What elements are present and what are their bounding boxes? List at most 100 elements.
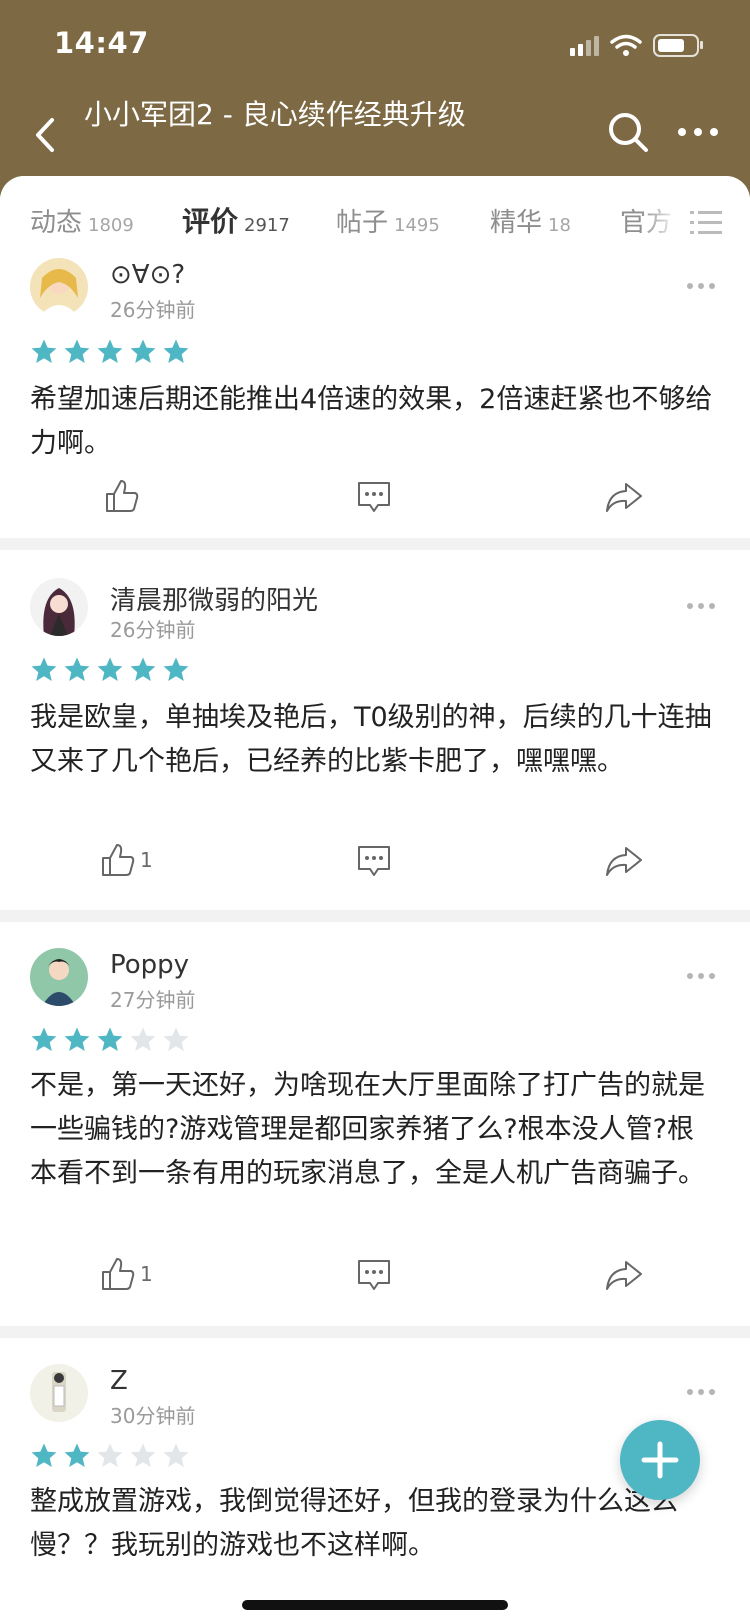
review-item: ⊙∀⊙? 26分钟前 希望加速后期还能推出4倍速的效果，2倍速赶紧也不够给力啊。: [0, 258, 750, 528]
add-review-button[interactable]: [620, 1420, 700, 1500]
home-indicator[interactable]: [242, 1600, 508, 1610]
star-filled-icon: [63, 1442, 91, 1470]
post-time: 27分钟前: [110, 988, 196, 1012]
star-empty-icon: [129, 1442, 157, 1470]
like-count: 1: [140, 1262, 153, 1286]
post-time: 26分钟前: [110, 618, 196, 642]
star-rating: [30, 1026, 195, 1054]
avatar[interactable]: [30, 1364, 88, 1422]
avatar-image: [30, 578, 88, 636]
list-menu-icon: [690, 211, 722, 234]
star-filled-icon: [63, 1026, 91, 1054]
divider: [0, 910, 750, 922]
more-dots-icon: [687, 973, 715, 979]
username[interactable]: Poppy: [110, 950, 189, 980]
tab-posts[interactable]: 帖子 1495: [336, 202, 440, 242]
username[interactable]: ⊙∀⊙?: [110, 260, 185, 290]
star-filled-icon: [30, 338, 58, 366]
star-filled-icon: [129, 338, 157, 366]
more-menu-button[interactable]: [676, 120, 720, 144]
star-rating: [30, 656, 195, 684]
username[interactable]: 清晨那微弱的阳光: [110, 580, 318, 617]
like-button[interactable]: 1: [100, 1256, 153, 1296]
share-arrow-icon: [606, 483, 642, 512]
review-text: 我是欧皇，单抽埃及艳后，T0级别的神，后续的几十连抽又来了几个艳后，已经养的比紫…: [30, 702, 712, 777]
more-dots-icon: [678, 128, 718, 136]
share-button[interactable]: [604, 844, 644, 884]
star-filled-icon: [96, 338, 124, 366]
more-dots-icon: [687, 283, 715, 289]
search-button[interactable]: [606, 110, 650, 154]
like-button[interactable]: 1: [100, 842, 153, 882]
comment-icon: [358, 482, 390, 512]
avatar[interactable]: [30, 948, 88, 1006]
comment-icon: [358, 846, 390, 876]
post-time: 30分钟前: [110, 1404, 196, 1428]
avatar[interactable]: [30, 258, 88, 316]
star-filled-icon: [30, 1442, 58, 1470]
review-text: 整成放置游戏，我倒觉得还好，但我的登录为什么这么慢？？我玩别的游戏也不这样啊。: [30, 1486, 678, 1561]
review-more-button[interactable]: [686, 1382, 716, 1395]
tab-list-menu[interactable]: [690, 208, 722, 238]
thumbs-up-icon: [106, 480, 139, 512]
nav-bar: 小小军团2 - 良心续作经典升级: [0, 90, 750, 180]
tab-label: 帖子: [336, 208, 389, 238]
status-icons: [570, 30, 720, 60]
tab-dynamics[interactable]: 动态 1809: [30, 202, 134, 242]
star-filled-icon: [162, 656, 190, 684]
back-button[interactable]: [28, 112, 64, 158]
review-text: 希望加速后期还能推出4倍速的效果，2倍速赶紧也不够给力啊。: [30, 384, 713, 459]
star-empty-icon: [129, 1026, 157, 1054]
review-more-button[interactable]: [686, 596, 716, 609]
like-button[interactable]: [104, 478, 144, 518]
star-filled-icon: [63, 656, 91, 684]
share-button[interactable]: [604, 480, 644, 520]
page-title: 小小军团2 - 良心续作经典升级: [84, 98, 466, 131]
status-time: 14:47: [54, 26, 149, 60]
star-rating: [30, 338, 195, 366]
comment-button[interactable]: [356, 844, 392, 884]
avatar-image: [30, 258, 88, 316]
thumbs-up-icon: [102, 844, 135, 876]
tab-label: 评价: [182, 205, 239, 238]
star-rating: [30, 1442, 195, 1470]
tab-label: 精华: [490, 208, 543, 238]
like-count: 1: [140, 848, 153, 872]
tab-count: 2917: [244, 215, 290, 236]
review-item: 清晨那微弱的阳光 26分钟前 我是欧皇，单抽埃及艳后，T0级别的神，后续的几十连…: [0, 550, 750, 904]
search-icon: [609, 113, 648, 152]
avatar[interactable]: [30, 578, 88, 636]
tab-featured[interactable]: 精华 18: [490, 202, 571, 242]
tab-label: 动态: [30, 208, 83, 238]
status-bar: 14:47: [0, 0, 750, 90]
comment-icon: [358, 1260, 390, 1290]
post-time: 26分钟前: [110, 298, 196, 322]
username[interactable]: Z: [110, 1366, 128, 1396]
tab-count: 18: [548, 215, 571, 236]
star-filled-icon: [96, 1026, 124, 1054]
star-filled-icon: [162, 338, 190, 366]
chevron-left-icon: [36, 118, 54, 152]
star-empty-icon: [96, 1442, 124, 1470]
more-dots-icon: [687, 1389, 715, 1395]
review-more-button[interactable]: [686, 966, 716, 979]
share-arrow-icon: [606, 847, 642, 876]
review-text: 不是，第一天还好，为啥现在大厅里面除了打广告的就是一些骗钱的?游戏管理是都回家养…: [30, 1070, 705, 1189]
divider: [0, 538, 750, 550]
star-filled-icon: [129, 656, 157, 684]
review-more-button[interactable]: [686, 276, 716, 289]
avatar-image: [30, 948, 88, 1006]
divider: [0, 1326, 750, 1338]
star-filled-icon: [30, 656, 58, 684]
tab-fade: [640, 186, 680, 256]
tab-reviews[interactable]: 评价 2917: [182, 200, 290, 240]
avatar-image: [30, 1364, 88, 1422]
tab-count: 1495: [394, 215, 440, 236]
share-button[interactable]: [604, 1258, 644, 1298]
comment-button[interactable]: [356, 1258, 392, 1298]
comment-button[interactable]: [356, 480, 392, 520]
star-filled-icon: [96, 656, 124, 684]
content-sheet: 动态1809 评价2917 帖子1495 精华18 官方: [0, 176, 750, 1624]
signal-wifi-battery-icon: [570, 34, 703, 57]
plus-icon: [641, 1441, 679, 1479]
